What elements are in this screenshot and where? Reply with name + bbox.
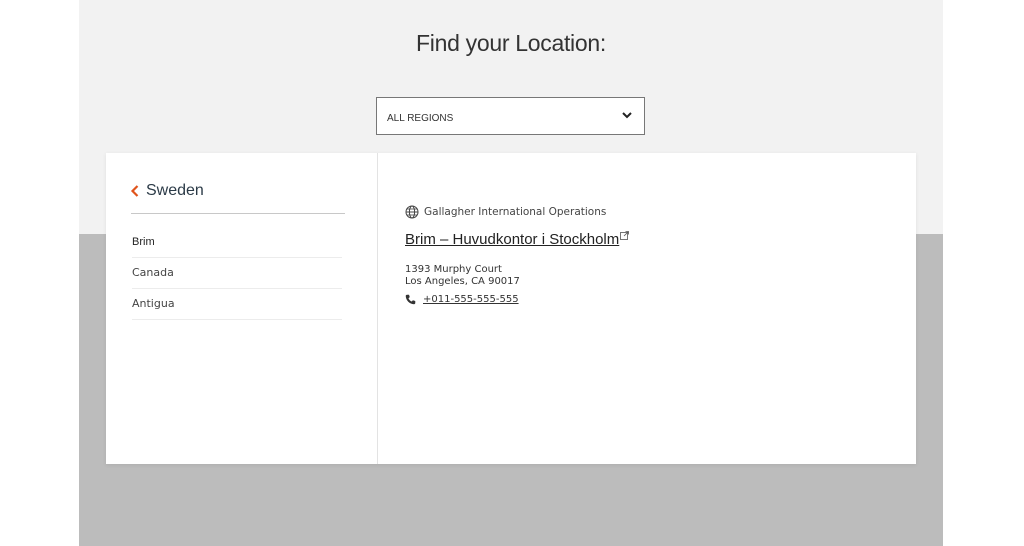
office-name-link[interactable]: Brim – Huvudkontor i Stockholm bbox=[405, 231, 630, 248]
country-item-canada[interactable]: Canada bbox=[132, 258, 342, 289]
location-card: Sweden Brim Canada Antigua Gallagher Int… bbox=[106, 153, 916, 464]
office-detail: Gallagher International Operations Brim … bbox=[405, 205, 885, 305]
chevron-left-icon bbox=[130, 185, 139, 197]
phone-link[interactable]: +011-555-555-555 bbox=[423, 294, 519, 305]
back-button[interactable]: Sweden bbox=[130, 181, 204, 201]
chevron-down-icon bbox=[622, 112, 632, 119]
country-sidebar: Sweden Brim Canada Antigua bbox=[106, 153, 378, 464]
office-type: Gallagher International Operations bbox=[405, 205, 885, 219]
globe-icon bbox=[405, 205, 419, 219]
region-select-value: ALL REGIONS bbox=[387, 113, 454, 124]
phone-row: +011-555-555-555 bbox=[405, 294, 885, 305]
address-line-2: Los Angeles, CA 90017 bbox=[405, 276, 520, 287]
country-item-brim[interactable]: Brim bbox=[132, 227, 342, 258]
office-address: 1393 Murphy Court Los Angeles, CA 90017 bbox=[405, 264, 885, 288]
country-list: Brim Canada Antigua bbox=[132, 227, 342, 320]
region-select[interactable]: ALL REGIONS bbox=[376, 97, 645, 135]
page-title: Find your Location: bbox=[416, 30, 606, 56]
office-type-label: Gallagher International Operations bbox=[424, 206, 607, 218]
address-line-1: 1393 Murphy Court bbox=[405, 264, 502, 275]
country-item-antigua[interactable]: Antigua bbox=[132, 289, 342, 320]
divider bbox=[131, 213, 345, 214]
office-name-text: Brim – Huvudkontor i Stockholm bbox=[405, 231, 620, 248]
back-label: Sweden bbox=[146, 182, 204, 199]
external-link-icon bbox=[620, 231, 630, 240]
phone-icon bbox=[405, 294, 416, 305]
